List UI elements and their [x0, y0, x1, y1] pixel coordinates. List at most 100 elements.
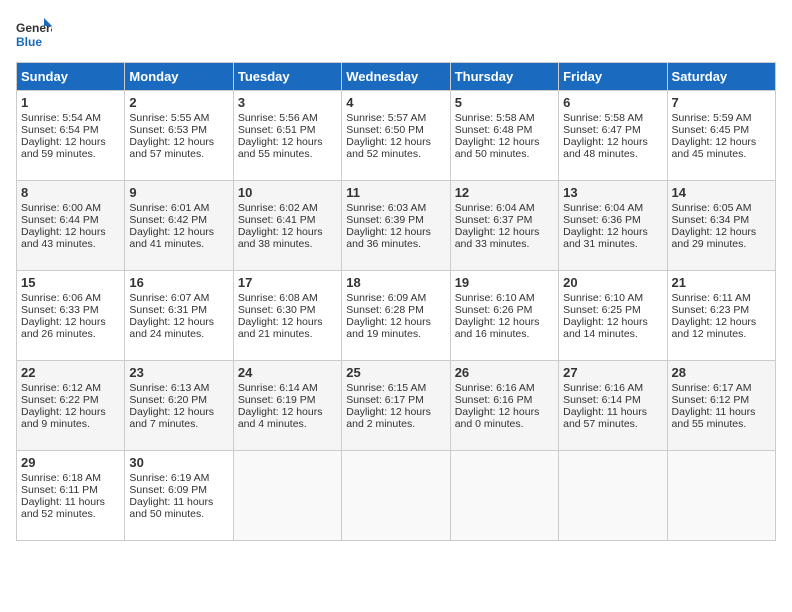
sunset-text: Sunset: 6:30 PM — [238, 304, 316, 316]
daylight-text: Daylight: 12 hours and 24 minutes. — [129, 316, 214, 340]
calendar-cell: 7 Sunrise: 5:59 AM Sunset: 6:45 PM Dayli… — [667, 91, 775, 181]
sunrise-text: Sunrise: 6:01 AM — [129, 202, 209, 214]
calendar-cell: 30 Sunrise: 6:19 AM Sunset: 6:09 PM Dayl… — [125, 451, 233, 541]
daylight-text: Daylight: 12 hours and 14 minutes. — [563, 316, 648, 340]
daylight-text: Daylight: 12 hours and 57 minutes. — [129, 136, 214, 160]
sunset-text: Sunset: 6:37 PM — [455, 214, 533, 226]
sunrise-text: Sunrise: 5:56 AM — [238, 112, 318, 124]
day-number: 29 — [21, 455, 120, 470]
daylight-text: Daylight: 12 hours and 38 minutes. — [238, 226, 323, 250]
svg-text:Blue: Blue — [16, 35, 42, 49]
calendar-header-row: SundayMondayTuesdayWednesdayThursdayFrid… — [17, 63, 776, 91]
daylight-text: Daylight: 12 hours and 48 minutes. — [563, 136, 648, 160]
day-number: 15 — [21, 275, 120, 290]
daylight-text: Daylight: 12 hours and 45 minutes. — [672, 136, 757, 160]
calendar-cell: 17 Sunrise: 6:08 AM Sunset: 6:30 PM Dayl… — [233, 271, 341, 361]
sunset-text: Sunset: 6:45 PM — [672, 124, 750, 136]
day-number: 7 — [672, 95, 771, 110]
sunset-text: Sunset: 6:48 PM — [455, 124, 533, 136]
sunrise-text: Sunrise: 6:12 AM — [21, 382, 101, 394]
header-monday: Monday — [125, 63, 233, 91]
calendar-week-row: 1 Sunrise: 5:54 AM Sunset: 6:54 PM Dayli… — [17, 91, 776, 181]
sunset-text: Sunset: 6:22 PM — [21, 394, 99, 406]
sunset-text: Sunset: 6:26 PM — [455, 304, 533, 316]
day-number: 11 — [346, 185, 445, 200]
daylight-text: Daylight: 12 hours and 0 minutes. — [455, 406, 540, 430]
calendar-cell — [233, 451, 341, 541]
sunset-text: Sunset: 6:34 PM — [672, 214, 750, 226]
calendar-cell: 22 Sunrise: 6:12 AM Sunset: 6:22 PM Dayl… — [17, 361, 125, 451]
calendar-cell: 21 Sunrise: 6:11 AM Sunset: 6:23 PM Dayl… — [667, 271, 775, 361]
sunrise-text: Sunrise: 6:09 AM — [346, 292, 426, 304]
calendar-week-row: 22 Sunrise: 6:12 AM Sunset: 6:22 PM Dayl… — [17, 361, 776, 451]
day-number: 23 — [129, 365, 228, 380]
calendar-cell: 16 Sunrise: 6:07 AM Sunset: 6:31 PM Dayl… — [125, 271, 233, 361]
sunrise-text: Sunrise: 6:08 AM — [238, 292, 318, 304]
sunset-text: Sunset: 6:23 PM — [672, 304, 750, 316]
sunset-text: Sunset: 6:28 PM — [346, 304, 424, 316]
sunrise-text: Sunrise: 5:54 AM — [21, 112, 101, 124]
sunset-text: Sunset: 6:25 PM — [563, 304, 641, 316]
daylight-text: Daylight: 12 hours and 26 minutes. — [21, 316, 106, 340]
sunrise-text: Sunrise: 5:58 AM — [455, 112, 535, 124]
sunset-text: Sunset: 6:53 PM — [129, 124, 207, 136]
day-number: 21 — [672, 275, 771, 290]
sunset-text: Sunset: 6:54 PM — [21, 124, 99, 136]
day-number: 22 — [21, 365, 120, 380]
sunrise-text: Sunrise: 6:04 AM — [563, 202, 643, 214]
header-tuesday: Tuesday — [233, 63, 341, 91]
day-number: 19 — [455, 275, 554, 290]
sunset-text: Sunset: 6:14 PM — [563, 394, 641, 406]
sunrise-text: Sunrise: 6:14 AM — [238, 382, 318, 394]
daylight-text: Daylight: 11 hours and 55 minutes. — [672, 406, 756, 430]
sunrise-text: Sunrise: 6:18 AM — [21, 472, 101, 484]
calendar-cell: 20 Sunrise: 6:10 AM Sunset: 6:25 PM Dayl… — [559, 271, 667, 361]
daylight-text: Daylight: 12 hours and 31 minutes. — [563, 226, 648, 250]
sunrise-text: Sunrise: 6:02 AM — [238, 202, 318, 214]
day-number: 30 — [129, 455, 228, 470]
sunset-text: Sunset: 6:17 PM — [346, 394, 424, 406]
daylight-text: Daylight: 12 hours and 16 minutes. — [455, 316, 540, 340]
sunrise-text: Sunrise: 6:17 AM — [672, 382, 752, 394]
daylight-text: Daylight: 12 hours and 7 minutes. — [129, 406, 214, 430]
sunrise-text: Sunrise: 6:06 AM — [21, 292, 101, 304]
calendar-cell: 5 Sunrise: 5:58 AM Sunset: 6:48 PM Dayli… — [450, 91, 558, 181]
sunset-text: Sunset: 6:44 PM — [21, 214, 99, 226]
sunrise-text: Sunrise: 5:59 AM — [672, 112, 752, 124]
day-number: 10 — [238, 185, 337, 200]
calendar-cell: 1 Sunrise: 5:54 AM Sunset: 6:54 PM Dayli… — [17, 91, 125, 181]
day-number: 9 — [129, 185, 228, 200]
sunrise-text: Sunrise: 6:10 AM — [563, 292, 643, 304]
sunrise-text: Sunrise: 6:19 AM — [129, 472, 209, 484]
sunset-text: Sunset: 6:16 PM — [455, 394, 533, 406]
calendar-cell: 14 Sunrise: 6:05 AM Sunset: 6:34 PM Dayl… — [667, 181, 775, 271]
calendar-cell: 28 Sunrise: 6:17 AM Sunset: 6:12 PM Dayl… — [667, 361, 775, 451]
sunrise-text: Sunrise: 6:15 AM — [346, 382, 426, 394]
sunset-text: Sunset: 6:33 PM — [21, 304, 99, 316]
calendar-cell: 13 Sunrise: 6:04 AM Sunset: 6:36 PM Dayl… — [559, 181, 667, 271]
sunset-text: Sunset: 6:42 PM — [129, 214, 207, 226]
daylight-text: Daylight: 12 hours and 36 minutes. — [346, 226, 431, 250]
daylight-text: Daylight: 12 hours and 43 minutes. — [21, 226, 106, 250]
calendar-cell: 18 Sunrise: 6:09 AM Sunset: 6:28 PM Dayl… — [342, 271, 450, 361]
daylight-text: Daylight: 12 hours and 50 minutes. — [455, 136, 540, 160]
calendar-cell: 19 Sunrise: 6:10 AM Sunset: 6:26 PM Dayl… — [450, 271, 558, 361]
sunrise-text: Sunrise: 6:16 AM — [563, 382, 643, 394]
sunset-text: Sunset: 6:41 PM — [238, 214, 316, 226]
calendar-week-row: 29 Sunrise: 6:18 AM Sunset: 6:11 PM Dayl… — [17, 451, 776, 541]
sunset-text: Sunset: 6:36 PM — [563, 214, 641, 226]
header-wednesday: Wednesday — [342, 63, 450, 91]
calendar-cell: 24 Sunrise: 6:14 AM Sunset: 6:19 PM Dayl… — [233, 361, 341, 451]
sunset-text: Sunset: 6:20 PM — [129, 394, 207, 406]
calendar-cell: 25 Sunrise: 6:15 AM Sunset: 6:17 PM Dayl… — [342, 361, 450, 451]
sunset-text: Sunset: 6:51 PM — [238, 124, 316, 136]
daylight-text: Daylight: 12 hours and 21 minutes. — [238, 316, 323, 340]
daylight-text: Daylight: 12 hours and 41 minutes. — [129, 226, 214, 250]
calendar-cell: 27 Sunrise: 6:16 AM Sunset: 6:14 PM Dayl… — [559, 361, 667, 451]
page-header: General Blue — [16, 16, 776, 52]
daylight-text: Daylight: 12 hours and 59 minutes. — [21, 136, 106, 160]
sunrise-text: Sunrise: 6:13 AM — [129, 382, 209, 394]
sunrise-text: Sunrise: 6:04 AM — [455, 202, 535, 214]
sunset-text: Sunset: 6:19 PM — [238, 394, 316, 406]
calendar-week-row: 8 Sunrise: 6:00 AM Sunset: 6:44 PM Dayli… — [17, 181, 776, 271]
